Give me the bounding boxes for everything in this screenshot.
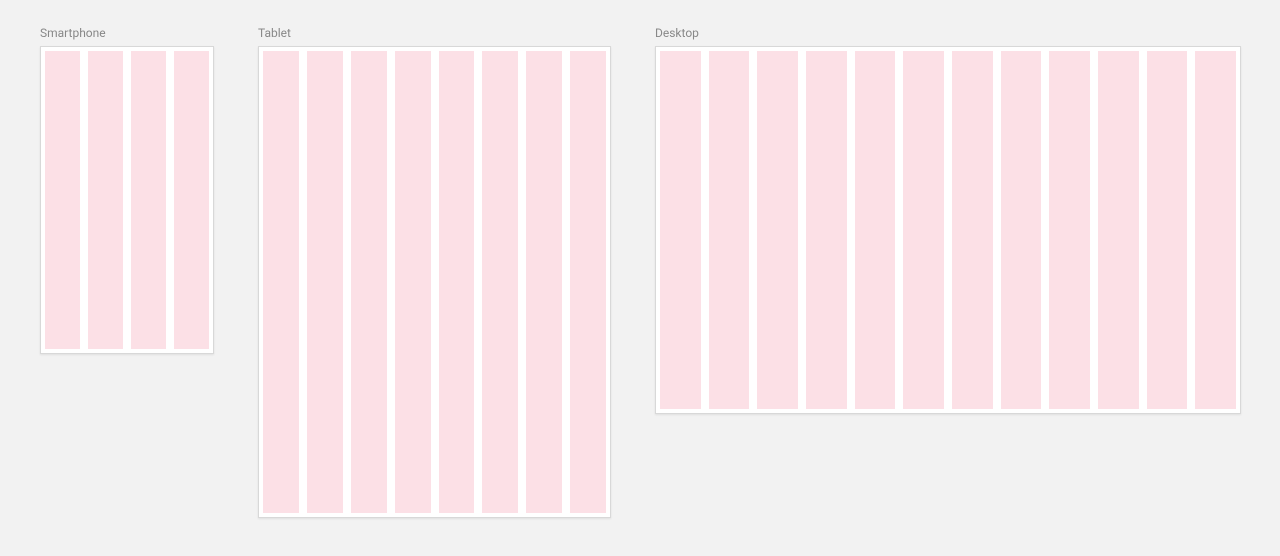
grid-column	[660, 51, 701, 409]
grid-column	[1098, 51, 1139, 409]
device-smartphone: Smartphone	[40, 26, 214, 354]
grid-column	[1147, 51, 1188, 409]
grid-column	[131, 51, 166, 349]
device-label: Desktop	[655, 26, 1241, 40]
device-tablet: Tablet	[258, 26, 611, 518]
device-desktop: Desktop	[655, 26, 1241, 414]
grid-frame-desktop	[655, 46, 1241, 414]
grid-column	[1195, 51, 1236, 409]
device-label: Tablet	[258, 26, 611, 40]
grid-column	[1049, 51, 1090, 409]
grid-column	[351, 51, 387, 513]
grid-frame-tablet	[258, 46, 611, 518]
grid-column	[45, 51, 80, 349]
grid-column	[526, 51, 562, 513]
grid-column	[307, 51, 343, 513]
grid-frame-smartphone	[40, 46, 214, 354]
grid-column	[806, 51, 847, 409]
grid-column	[482, 51, 518, 513]
grid-column	[263, 51, 299, 513]
grid-column	[1001, 51, 1042, 409]
grid-column	[395, 51, 431, 513]
grid-column	[570, 51, 606, 513]
grid-column	[903, 51, 944, 409]
grid-column	[439, 51, 475, 513]
device-label: Smartphone	[40, 26, 214, 40]
grid-column	[709, 51, 750, 409]
grid-column	[757, 51, 798, 409]
grid-column	[174, 51, 209, 349]
grid-column	[88, 51, 123, 349]
breakpoint-grid-diagram: Smartphone Tablet Desktop	[0, 0, 1280, 544]
grid-column	[855, 51, 896, 409]
grid-column	[952, 51, 993, 409]
